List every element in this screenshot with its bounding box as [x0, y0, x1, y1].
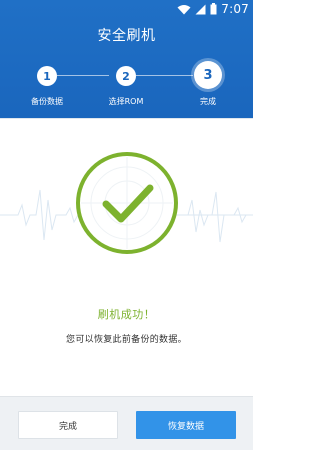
status-bar: 7:07	[0, 0, 253, 18]
step-1-label: 备份数据	[31, 97, 63, 106]
signal-icon	[195, 4, 206, 14]
step-1-circle: 1	[37, 66, 57, 86]
step-3-circle: 3	[194, 61, 222, 89]
restore-data-button[interactable]: 恢复数据	[136, 411, 236, 439]
wifi-icon	[177, 4, 191, 14]
done-button[interactable]: 完成	[18, 411, 118, 439]
success-message: 刷机成功！	[97, 308, 156, 321]
status-clock: 7:07	[221, 2, 249, 16]
check-circle-icon	[76, 152, 178, 254]
header: 7:07 安全刷机 1 2 3 备份数据 选择ROM 完成	[0, 0, 253, 118]
battery-icon	[210, 3, 217, 15]
step-2-label: 选择ROM	[108, 97, 144, 106]
step-connector-2	[136, 75, 193, 76]
restore-hint: 您可以恢复此前备份的数据。	[66, 335, 187, 345]
step-3-label: 完成	[200, 97, 216, 106]
step-connector-1	[57, 75, 109, 76]
header-divider	[0, 118, 253, 119]
page-title: 安全刷机	[97, 28, 156, 44]
bottom-action-bar: 完成 恢复数据	[0, 396, 253, 450]
step-2-circle: 2	[116, 66, 136, 86]
